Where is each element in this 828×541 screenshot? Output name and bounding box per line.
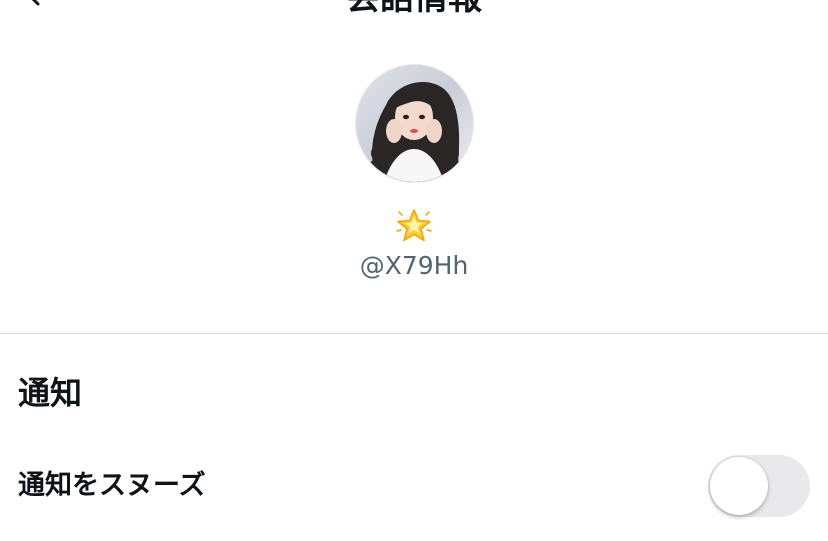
snooze-notifications-row: 通知をスヌーズ xyxy=(0,450,828,522)
toggle-knob xyxy=(710,457,768,515)
notifications-section-title: 通知 xyxy=(18,374,83,412)
snooze-notifications-toggle[interactable] xyxy=(708,455,810,517)
user-handle: @X79Hh xyxy=(359,251,469,280)
avatar-photo xyxy=(356,65,473,182)
glowing-star-icon xyxy=(396,209,432,242)
page-title: 会話情報 xyxy=(0,0,828,18)
star-emoji xyxy=(0,207,828,253)
avatar[interactable] xyxy=(356,65,473,182)
divider xyxy=(0,333,828,334)
snooze-notifications-label: 通知をスヌーズ xyxy=(18,470,206,501)
